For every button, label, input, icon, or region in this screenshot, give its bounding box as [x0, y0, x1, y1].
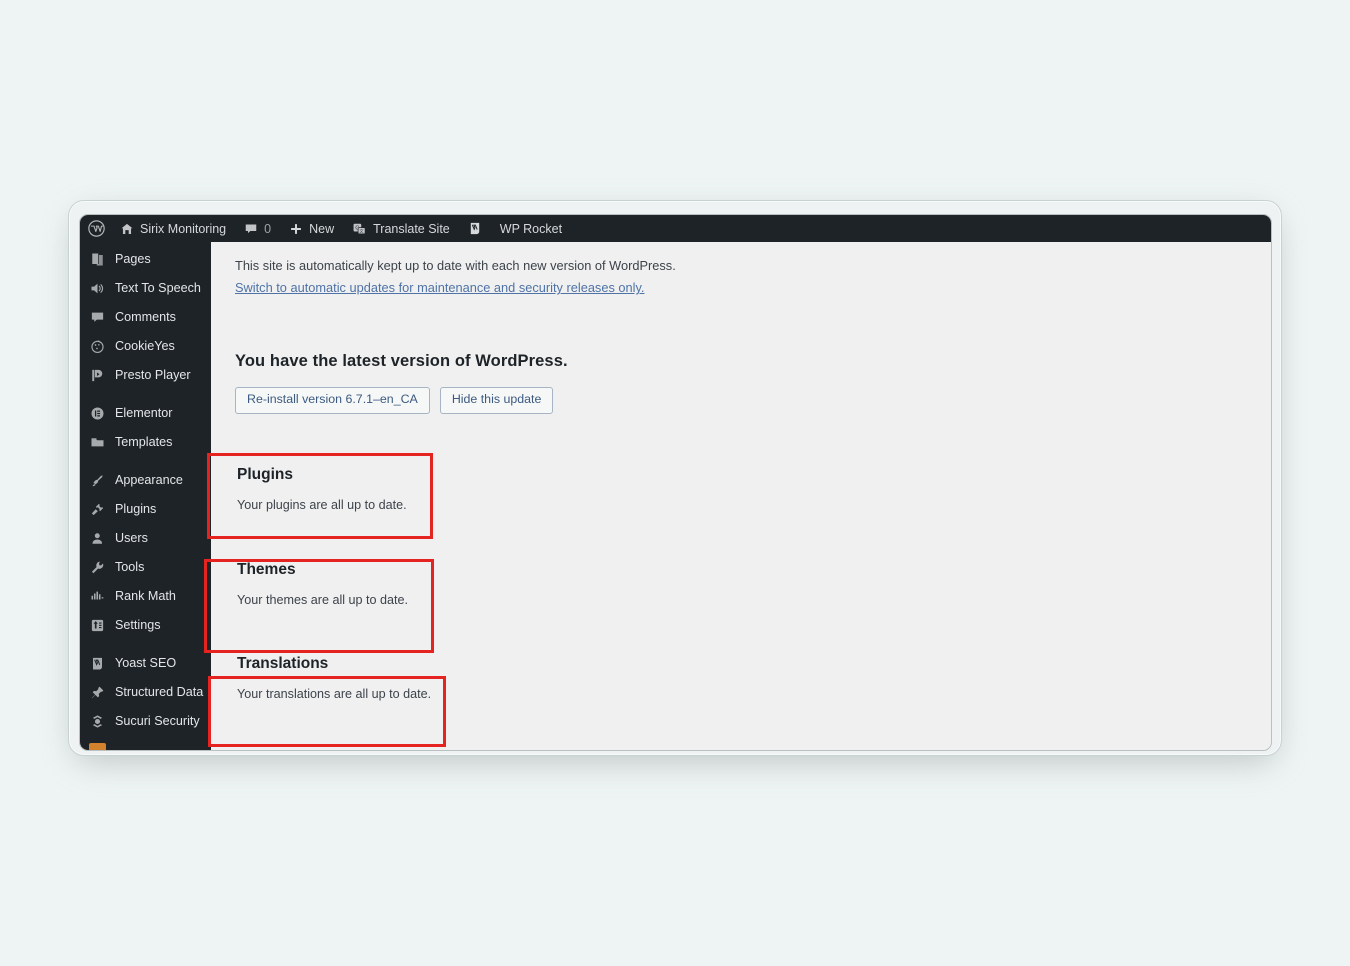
sidebar-item-tools[interactable]: Tools	[80, 553, 211, 582]
browser-window: Sirix Monitoring 0 New G 文 Translate Sit…	[68, 200, 1282, 762]
yoast-icon	[89, 655, 106, 672]
translations-update-card: Translations Your translations are all u…	[235, 655, 1271, 701]
sucuri-icon	[89, 713, 106, 730]
sidebar-label: Yoast SEO	[115, 656, 177, 671]
sidebar-item-elementor[interactable]: Elementor	[80, 399, 211, 428]
sidebar-label: CookieYes	[115, 339, 175, 354]
updates-page-content: This site is automatically kept up to da…	[211, 242, 1271, 750]
sidebar-label: Structured Data	[115, 685, 204, 700]
presto-player-icon	[89, 367, 106, 384]
wp-admin-bar: Sirix Monitoring 0 New G 文 Translate Sit…	[80, 215, 1271, 242]
wordpress-logo-button[interactable]	[80, 215, 111, 242]
comment-bubble-icon	[244, 222, 258, 236]
admin-sidebar-menu[interactable]: Pages Text To Speech Comments CookieYes …	[80, 242, 211, 750]
latest-version-heading: You have the latest version of WordPress…	[235, 352, 568, 371]
plug-icon	[89, 501, 106, 518]
sidebar-label: Comments	[115, 310, 176, 325]
themes-update-card: Themes Your themes are all up to date.	[235, 561, 1271, 607]
wordpress-logo-icon	[88, 220, 105, 237]
sidebar-label: Settings	[115, 618, 161, 633]
auto-update-notice: This site is automatically kept up to da…	[235, 258, 676, 273]
sidebar-item-text-to-speech[interactable]: Text To Speech	[80, 274, 211, 303]
settings-icon	[89, 617, 106, 634]
sidebar-item-users[interactable]: Users	[80, 524, 211, 553]
sidebar-item-yoast-seo[interactable]: Yoast SEO	[80, 649, 211, 678]
sidebar-item-rank-math[interactable]: Rank Math	[80, 582, 211, 611]
yoast-icon	[468, 221, 482, 236]
sidebar-item-pages[interactable]: Pages	[80, 245, 211, 274]
switch-automatic-updates-link[interactable]: Switch to automatic updates for maintena…	[235, 280, 644, 295]
sidebar-item-comments[interactable]: Comments	[80, 303, 211, 332]
sidebar-item-settings[interactable]: Settings	[80, 611, 211, 640]
plus-icon	[289, 222, 303, 236]
translations-card-title: Translations	[237, 655, 329, 673]
translate-site-button[interactable]: G 文 Translate Site	[343, 215, 459, 242]
new-content-label: New	[309, 221, 335, 236]
sidebar-label: Text To Speech	[115, 281, 201, 296]
sidebar-item-structured-data[interactable]: Structured Data	[80, 678, 211, 707]
reinstall-version-button[interactable]: Re-install version 6.7.1–en_CA	[235, 387, 430, 415]
pages-icon	[89, 251, 106, 268]
sidebar-label: Rank Math	[115, 589, 176, 604]
sidebar-item-appearance[interactable]: Appearance	[80, 466, 211, 495]
sidebar-label: Appearance	[115, 473, 183, 488]
chart-icon	[89, 588, 106, 605]
comments-button[interactable]: 0	[235, 215, 280, 242]
yoast-seo-adminbar-button[interactable]	[459, 215, 491, 242]
cookie-icon	[89, 338, 106, 355]
site-name-button[interactable]: Sirix Monitoring	[111, 215, 235, 242]
menu-separator	[80, 457, 211, 466]
comment-icon	[89, 309, 106, 326]
menu-separator	[80, 640, 211, 649]
translations-card-description: Your translations are all up to date.	[237, 687, 432, 702]
themes-card-title: Themes	[237, 561, 296, 579]
plugins-card-title: Plugins	[237, 466, 293, 484]
update-actions: Re-install version 6.7.1–en_CA Hide this…	[235, 387, 1271, 415]
page-viewport: Sirix Monitoring 0 New G 文 Translate Sit…	[79, 214, 1272, 751]
sidebar-item-cookieyes[interactable]: CookieYes	[80, 332, 211, 361]
elementor-icon	[89, 405, 106, 422]
sidebar-item-sucuri-security[interactable]: Sucuri Security	[80, 707, 211, 736]
sidebar-label: Pages	[115, 252, 151, 267]
sidebar-item-templates[interactable]: Templates	[80, 428, 211, 457]
folder-icon	[89, 434, 106, 451]
menu-separator	[80, 390, 211, 399]
wp-rocket-button[interactable]: WP Rocket	[491, 215, 571, 242]
pin-icon	[89, 684, 106, 701]
hide-this-update-button[interactable]: Hide this update	[439, 387, 554, 415]
plugins-update-card: Plugins Your plugins are all up to date.	[235, 466, 1271, 512]
sidebar-label: Presto Player	[115, 368, 191, 383]
users-icon	[89, 530, 106, 547]
wp-rocket-label: WP Rocket	[499, 221, 563, 236]
sidebar-item-partial-icon[interactable]	[89, 743, 106, 750]
sidebar-label: Tools	[115, 560, 145, 575]
sidebar-label: Templates	[115, 435, 173, 450]
plugins-card-description: Your plugins are all up to date.	[237, 498, 407, 513]
sidebar-label: Elementor	[115, 406, 173, 421]
sidebar-label: Plugins	[115, 502, 157, 517]
brush-icon	[89, 472, 106, 489]
themes-card-description: Your themes are all up to date.	[237, 593, 409, 608]
sidebar-label: Users	[115, 531, 148, 546]
comments-count: 0	[264, 221, 272, 236]
site-name-label: Sirix Monitoring	[140, 221, 227, 236]
sidebar-item-plugins[interactable]: Plugins	[80, 495, 211, 524]
speaker-icon	[89, 280, 106, 297]
translate-icon: G 文	[352, 222, 367, 236]
home-icon	[120, 222, 134, 236]
translate-site-label: Translate Site	[373, 221, 450, 236]
new-content-button[interactable]: New	[280, 215, 343, 242]
wrench-icon	[89, 559, 106, 576]
sidebar-item-presto-player[interactable]: Presto Player	[80, 361, 211, 390]
sidebar-label: Sucuri Security	[115, 714, 200, 729]
